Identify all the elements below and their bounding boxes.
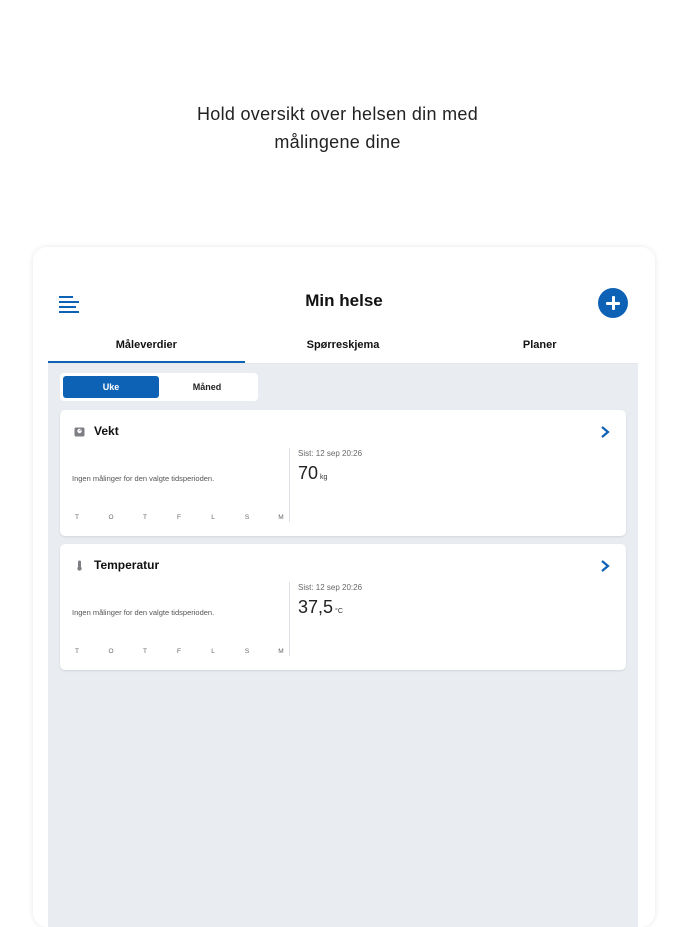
latest-value: 37,5 °C bbox=[298, 597, 343, 618]
card-title: Temperatur bbox=[94, 558, 160, 572]
tab-sporreskjema[interactable]: Spørreskjema bbox=[245, 333, 442, 363]
measurement-value: 70 bbox=[298, 463, 319, 483]
divider bbox=[289, 582, 290, 656]
weekday-label: L bbox=[211, 514, 215, 521]
measurement-unit: °C bbox=[335, 608, 343, 615]
page-title: Min helse bbox=[305, 291, 383, 310]
measurement-value: 37,5 bbox=[298, 597, 334, 617]
weekday-axis: T O T F L S M bbox=[72, 514, 286, 521]
weekday-label: M bbox=[278, 514, 284, 521]
no-data-message: Ingen målinger for den valgte tidsperiod… bbox=[72, 474, 215, 483]
no-data-message: Ingen målinger for den valgte tidsperiod… bbox=[72, 608, 215, 617]
measurement-unit: kg bbox=[320, 474, 328, 481]
scale-icon bbox=[74, 427, 85, 437]
measurement-card-temperature[interactable]: Temperatur Ingen målinger for den valgte… bbox=[60, 544, 626, 670]
weekday-label: M bbox=[278, 648, 284, 655]
last-measured-label: Sist: 12 sep 20:26 bbox=[298, 449, 363, 458]
last-measured-label: Sist: 12 sep 20:26 bbox=[298, 583, 363, 592]
add-measurement-button[interactable] bbox=[598, 288, 628, 318]
chevron-right-icon[interactable] bbox=[600, 559, 610, 573]
weekday-label: F bbox=[177, 648, 181, 655]
tab-bar: Måleverdier Spørreskjema Planer bbox=[48, 333, 638, 364]
headline: Hold oversikt over helsen din med måling… bbox=[0, 100, 675, 156]
headline-line-1: Hold oversikt over helsen din med bbox=[196, 104, 479, 124]
chevron-right-icon[interactable] bbox=[600, 425, 610, 439]
weekday-label: L bbox=[211, 648, 215, 655]
weekday-label: O bbox=[108, 648, 114, 655]
measurement-card-weight[interactable]: Vekt Ingen målinger for den valgte tidsp… bbox=[60, 410, 626, 536]
period-toggle: Uke Måned bbox=[60, 373, 258, 401]
weekday-label: O bbox=[108, 514, 114, 521]
weekday-label: S bbox=[244, 514, 250, 521]
card-title: Vekt bbox=[94, 424, 119, 438]
period-option-week[interactable]: Uke bbox=[63, 376, 159, 398]
tab-maleverdier[interactable]: Måleverdier bbox=[48, 333, 245, 363]
weekday-label: T bbox=[75, 514, 79, 521]
weekday-label: T bbox=[75, 648, 79, 655]
weekday-label: T bbox=[143, 648, 147, 655]
period-option-month[interactable]: Måned bbox=[159, 376, 255, 398]
latest-value: 70 kg bbox=[298, 463, 327, 484]
headline-line-2: målingene dine bbox=[274, 132, 401, 152]
weekday-axis: T O T F L S M bbox=[72, 648, 286, 655]
thermometer-icon bbox=[77, 560, 82, 571]
divider bbox=[289, 448, 290, 522]
app-frame: Min helse Måleverdier Spørreskjema Plane… bbox=[33, 247, 655, 927]
weekday-label: S bbox=[244, 648, 250, 655]
weekday-label: T bbox=[143, 514, 147, 521]
tab-planer[interactable]: Planer bbox=[441, 333, 638, 363]
weekday-label: F bbox=[177, 514, 181, 521]
measurements-panel: Uke Måned Vekt Ingen målinger for den va… bbox=[48, 364, 638, 927]
